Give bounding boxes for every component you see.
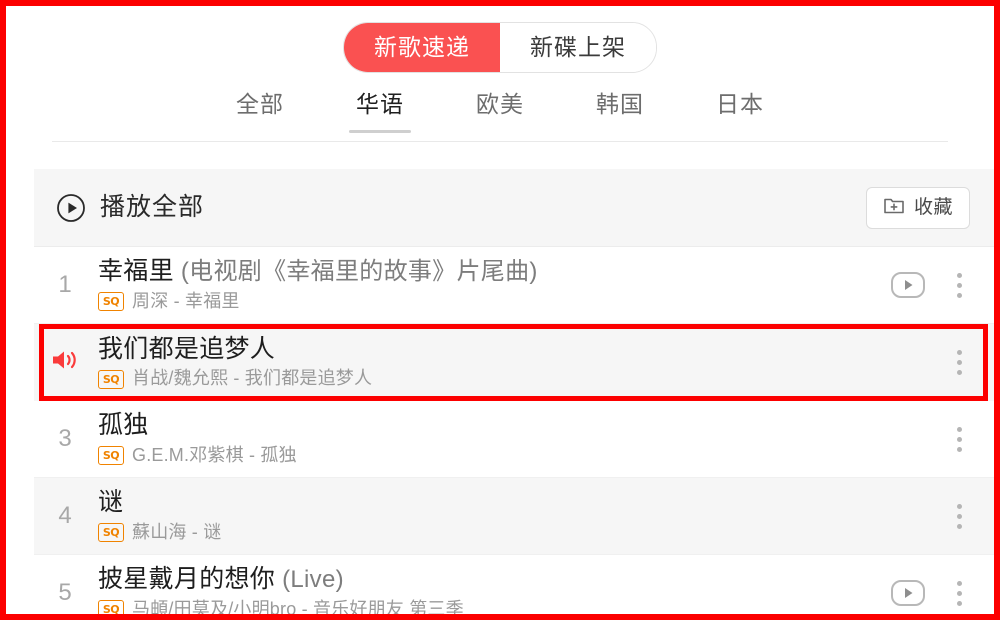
song-meta: SQ G.E.M.邓紫棋 - 孤独 <box>98 445 854 467</box>
song-title-suffix: (Live) <box>275 566 344 594</box>
song-title-suffix: (电视剧《幸福里的故事》片尾曲) <box>173 258 538 286</box>
quality-badge: SQ <box>98 600 124 614</box>
song-list-panel: 播放全部 收藏 1 幸福里 (电视剧《幸福里的故事》片尾曲) SQ 周深 - 幸… <box>34 169 994 614</box>
song-meta: SQ 蘇山海 - 谜 <box>98 522 854 544</box>
table-row[interactable]: 5 披星戴月的想你 (Live) SQ 马頔/田莫及/小明bro - 音乐好朋友… <box>34 555 994 614</box>
category-tab-western[interactable]: 欧美 <box>440 90 560 133</box>
table-row[interactable]: 3 孤独 SQ G.E.M.邓紫棋 - 孤独 <box>34 401 994 478</box>
category-tab-chinese[interactable]: 华语 <box>320 90 440 133</box>
row-index <box>34 345 96 380</box>
row-index: 4 <box>58 502 72 529</box>
song-title-main: 幸福里 <box>98 257 174 286</box>
header-divider <box>52 141 948 142</box>
mv-play-icon[interactable] <box>888 578 928 608</box>
more-options-icon[interactable] <box>946 348 972 378</box>
song-list: 1 幸福里 (电视剧《幸福里的故事》片尾曲) SQ 周深 - 幸福里 我们都是追… <box>34 247 994 614</box>
song-meta: SQ 周深 - 幸福里 <box>98 291 854 313</box>
tab-new-songs[interactable]: 新歌速递 <box>344 23 500 72</box>
row-actions <box>854 578 972 608</box>
row-index: 5 <box>58 579 72 606</box>
song-title-main: 我们都是追梦人 <box>98 334 276 363</box>
more-options-icon[interactable] <box>946 578 972 608</box>
mv-placeholder <box>888 424 928 454</box>
song-artist: 马頔/田莫及/小明bro - 音乐好朋友 第三季 <box>132 598 464 614</box>
more-options-icon[interactable] <box>946 270 972 300</box>
quality-badge: SQ <box>98 523 124 543</box>
category-tab-japanese[interactable]: 日本 <box>680 90 800 133</box>
table-row[interactable]: 1 幸福里 (电视剧《幸福里的故事》片尾曲) SQ 周深 - 幸福里 <box>34 247 994 324</box>
song-title-main: 谜 <box>98 488 124 517</box>
row-actions <box>854 348 972 378</box>
list-toolbar: 播放全部 收藏 <box>34 169 994 247</box>
song-meta: SQ 肖战/魏允熙 - 我们都是追梦人 <box>98 368 854 390</box>
song-title-main: 披星戴月的想你 <box>98 565 276 594</box>
quality-badge: SQ <box>98 446 124 466</box>
favorite-label: 收藏 <box>913 197 953 218</box>
segmented-control: 新歌速递 新碟上架 <box>343 22 657 73</box>
song-artist: G.E.M.邓紫棋 - 孤独 <box>132 444 297 465</box>
folder-plus-icon <box>883 195 905 220</box>
quality-badge: SQ <box>98 369 124 389</box>
song-title: 孤独 <box>98 411 854 441</box>
speaker-playing-icon <box>49 345 81 380</box>
row-content: 披星戴月的想你 (Live) SQ 马頔/田莫及/小明bro - 音乐好朋友 第… <box>96 565 854 614</box>
mv-play-icon[interactable] <box>888 270 928 300</box>
mv-placeholder <box>888 348 928 378</box>
table-row[interactable]: 我们都是追梦人 SQ 肖战/魏允熙 - 我们都是追梦人 <box>34 324 994 401</box>
song-artist: 蘇山海 - 谜 <box>132 521 222 542</box>
row-index: 1 <box>58 271 72 298</box>
category-tab-all[interactable]: 全部 <box>200 90 320 133</box>
row-content: 幸福里 (电视剧《幸福里的故事》片尾曲) SQ 周深 - 幸福里 <box>96 257 854 312</box>
song-title: 我们都是追梦人 <box>98 335 854 365</box>
quality-badge: SQ <box>98 292 124 312</box>
row-content: 谜 SQ 蘇山海 - 谜 <box>96 488 854 543</box>
song-artist: 周深 - 幸福里 <box>132 290 240 311</box>
more-options-icon[interactable] <box>946 424 972 454</box>
category-tab-korean[interactable]: 韩国 <box>560 90 680 133</box>
favorite-button[interactable]: 收藏 <box>865 186 970 229</box>
mv-placeholder <box>888 501 928 531</box>
play-all-button[interactable]: 播放全部 <box>56 193 204 223</box>
row-actions <box>854 501 972 531</box>
screenshot-frame: 新歌速递 新碟上架 全部 华语 欧美 韩国 日本 播放全部 收藏 1 幸福里 (… <box>0 0 1000 620</box>
more-options-icon[interactable] <box>946 501 972 531</box>
tab-new-albums[interactable]: 新碟上架 <box>500 23 656 72</box>
category-tabs: 全部 华语 欧美 韩国 日本 <box>6 90 994 133</box>
song-artist: 肖战/魏允熙 - 我们都是追梦人 <box>132 368 373 389</box>
music-new-songs-page: 新歌速递 新碟上架 全部 华语 欧美 韩国 日本 播放全部 收藏 1 幸福里 (… <box>6 6 994 614</box>
song-title: 谜 <box>98 488 854 518</box>
song-title: 披星戴月的想你 (Live) <box>98 565 854 595</box>
row-index: 3 <box>58 425 72 452</box>
song-title-main: 孤独 <box>98 411 149 440</box>
top-tabs: 新歌速递 新碟上架 <box>6 22 994 73</box>
table-row[interactable]: 4 谜 SQ 蘇山海 - 谜 <box>34 478 994 555</box>
row-actions <box>854 270 972 300</box>
song-meta: SQ 马頔/田莫及/小明bro - 音乐好朋友 第三季 <box>98 599 854 614</box>
circle-play-icon <box>56 193 86 223</box>
song-title: 幸福里 (电视剧《幸福里的故事》片尾曲) <box>98 257 854 287</box>
row-content: 我们都是追梦人 SQ 肖战/魏允熙 - 我们都是追梦人 <box>96 335 854 390</box>
row-content: 孤独 SQ G.E.M.邓紫棋 - 孤独 <box>96 411 854 466</box>
play-all-label: 播放全部 <box>100 193 205 221</box>
row-actions <box>854 424 972 454</box>
